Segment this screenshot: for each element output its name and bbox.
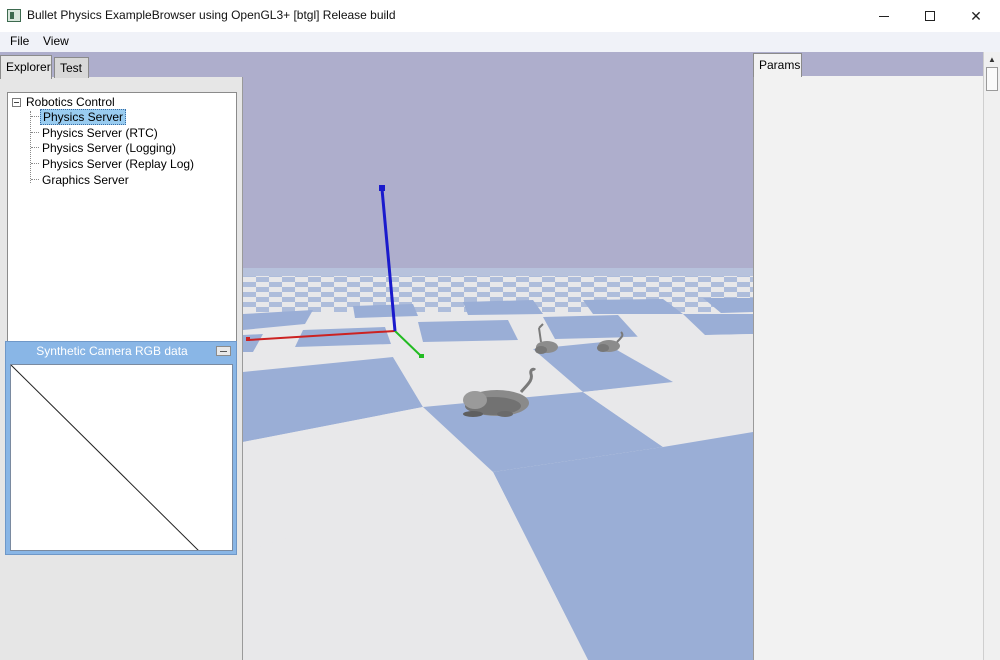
tree-item-label: Physics Server [40, 108, 127, 125]
tree-item-physics-server-rtc[interactable]: Physics Server (RTC) [31, 125, 160, 140]
main-area: Explorer Test Robotics Control Physics S… [0, 52, 1000, 660]
vertical-scrollbar[interactable]: ▲ [983, 52, 1000, 660]
tree-item-graphics-server[interactable]: Graphics Server [31, 172, 131, 187]
3d-viewport[interactable] [243, 52, 753, 660]
menu-view[interactable]: View [43, 34, 69, 48]
tab-explorer[interactable]: Explorer [0, 55, 52, 79]
params-panel [753, 76, 983, 660]
close-icon: ✕ [970, 7, 982, 24]
window-title: Bullet Physics ExampleBrowser using Open… [27, 8, 396, 22]
minimize-button[interactable] [861, 0, 907, 32]
tree-branch-line [31, 116, 39, 117]
camera-window-title: Synthetic Camera RGB data [36, 344, 188, 358]
tab-params[interactable]: Params [753, 53, 802, 77]
tree-root-robotics-control[interactable]: Robotics Control [12, 95, 115, 109]
right-panel: Params ▲ [753, 52, 1000, 660]
z-axis-tip [379, 185, 385, 191]
tree-item-label: Graphics Server [42, 172, 129, 187]
tree-item-physics-server-logging[interactable]: Physics Server (Logging) [31, 140, 178, 155]
floor-tile [418, 320, 518, 342]
left-panel: Explorer Test Robotics Control Physics S… [0, 52, 243, 660]
tree-item-physics-server[interactable]: Physics Server [31, 108, 127, 125]
floor-tile [353, 304, 418, 318]
tree-branch-line [31, 132, 39, 133]
maximize-button[interactable] [907, 0, 953, 32]
camera-rgb-canvas [10, 364, 233, 551]
scene-render [243, 52, 753, 660]
tree-item-label: Physics Server (Replay Log) [42, 156, 195, 171]
scroll-thumb[interactable] [986, 67, 998, 91]
x-axis-tip [246, 337, 250, 341]
camera-minimize-button[interactable] [216, 346, 231, 356]
tree-branch-line [31, 147, 39, 148]
minimize-icon [879, 15, 889, 17]
menu-file[interactable]: File [10, 34, 29, 48]
menu-bar: File View [0, 32, 1000, 52]
horizon-haze [243, 268, 753, 276]
tree-branch-line [31, 179, 39, 180]
tree-branch-line [31, 163, 39, 164]
tree-item-physics-server-replay-log[interactable]: Physics Server (Replay Log) [31, 156, 196, 171]
title-bar: Bullet Physics ExampleBrowser using Open… [0, 0, 1000, 32]
app-icon [7, 9, 21, 22]
close-button[interactable]: ✕ [953, 0, 999, 32]
maximize-icon [925, 11, 935, 21]
scroll-up-icon[interactable]: ▲ [984, 52, 1000, 66]
tree-root-label: Robotics Control [26, 95, 115, 109]
example-tree: Robotics Control Physics Server Physics … [7, 92, 237, 342]
tree-item-label: Physics Server (Logging) [42, 140, 177, 155]
collapse-icon[interactable] [12, 97, 21, 107]
tree-item-label: Physics Server (RTC) [42, 125, 158, 140]
y-axis-tip [419, 354, 424, 358]
tab-test[interactable]: Test [54, 57, 89, 78]
camera-window[interactable]: Synthetic Camera RGB data [5, 341, 237, 555]
sky [243, 52, 753, 272]
floor-tile [463, 300, 543, 315]
camera-rgb-image [11, 365, 199, 550]
